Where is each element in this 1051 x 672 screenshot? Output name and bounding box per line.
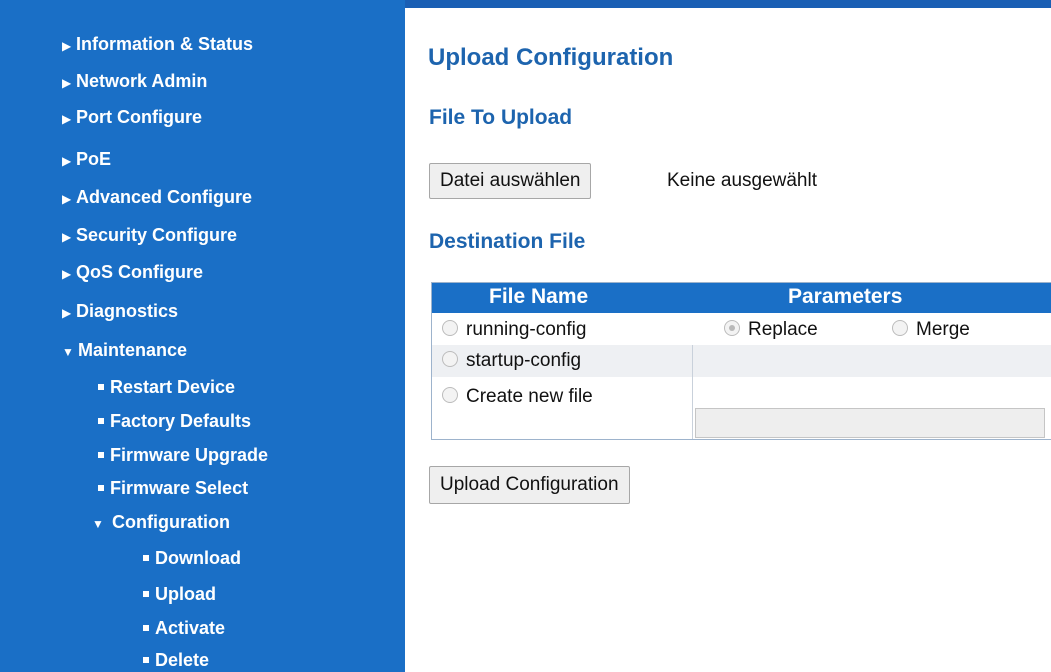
content-top-border (405, 0, 1051, 8)
bullet-icon (98, 485, 104, 492)
radio-running-config[interactable] (442, 319, 458, 336)
column-header-parameters: Parameters (788, 285, 903, 308)
bullet-icon (143, 555, 149, 562)
sidebar-item-configuration[interactable]: ▼ Configuration (92, 511, 230, 535)
table-row-startup-config: startup-config (432, 345, 1051, 377)
destination-file-table: File Name Parameters running-config Repl… (431, 282, 1051, 440)
column-header-file-name: File Name (489, 285, 589, 308)
bullet-icon (143, 591, 149, 598)
sidebar-item-security-configure[interactable]: ▶ Security Configure (62, 224, 237, 248)
merge-option[interactable]: Merge (892, 319, 970, 341)
radio-create-new-file[interactable] (442, 386, 458, 403)
sidebar-item-information-status[interactable]: ▶ Information & Status (62, 33, 253, 57)
sidebar-item-download[interactable]: Download (143, 547, 241, 569)
table-header: File Name Parameters (432, 283, 1051, 313)
bullet-icon (143, 657, 149, 664)
sidebar-item-factory-defaults[interactable]: Factory Defaults (98, 410, 251, 432)
sidebar-item-firmware-upgrade[interactable]: Firmware Upgrade (98, 444, 268, 466)
bullet-icon (98, 418, 104, 425)
sidebar-item-port-configure[interactable]: ▶ Port Configure (62, 106, 202, 130)
sidebar-item-delete[interactable]: Delete (143, 649, 209, 671)
sidebar-item-diagnostics[interactable]: ▶ Diagnostics (62, 300, 178, 324)
radio-startup-config[interactable] (442, 350, 458, 367)
sidebar-item-maintenance[interactable]: ▼ Maintenance (62, 339, 187, 363)
bullet-icon (143, 625, 149, 632)
sidebar-item-firmware-select[interactable]: Firmware Select (98, 477, 248, 499)
caret-right-icon: ▶ (62, 192, 72, 206)
sidebar-item-restart-device[interactable]: Restart Device (98, 376, 235, 398)
running-config-option[interactable]: running-config (442, 319, 586, 341)
create-new-file-option[interactable]: Create new file (442, 386, 593, 408)
choose-file-button[interactable]: Datei auswählen (429, 163, 592, 199)
caret-right-icon: ▶ (62, 306, 72, 320)
caret-right-icon: ▶ (62, 76, 72, 90)
caret-right-icon: ▶ (62, 154, 72, 168)
file-to-upload-heading: File To Upload (429, 106, 573, 129)
bullet-icon (98, 384, 104, 391)
upload-configuration-button[interactable]: Upload Configuration (429, 466, 630, 504)
radio-replace[interactable] (724, 319, 740, 336)
caret-right-icon: ▶ (62, 230, 72, 244)
caret-down-icon: ▼ (62, 345, 74, 359)
file-status-text: Keine ausgewählt (667, 170, 817, 191)
startup-config-option[interactable]: startup-config (442, 350, 581, 372)
radio-merge[interactable] (892, 319, 908, 336)
bullet-icon (98, 452, 104, 459)
sidebar-item-advanced-configure[interactable]: ▶ Advanced Configure (62, 186, 252, 210)
sidebar-nav: ▶ Information & Status ▶ Network Admin ▶ Po… (0, 0, 405, 672)
sidebar-item-network-admin[interactable]: ▶ Network Admin (62, 70, 207, 94)
sidebar-item-poe[interactable]: ▶ PoE (62, 148, 111, 172)
page-title: Upload Configuration (428, 44, 674, 71)
column-divider (692, 345, 693, 439)
new-file-name-input[interactable] (695, 408, 1045, 438)
replace-option[interactable]: Replace (724, 319, 818, 341)
table-row-create-new-file: Create new file (432, 377, 1051, 409)
destination-file-heading: Destination File (429, 230, 586, 253)
main-content: Upload Configuration File To Upload Date… (405, 8, 1051, 672)
table-row-running-config: running-config Replace Merge (432, 314, 1051, 346)
caret-right-icon: ▶ (62, 39, 72, 53)
sidebar-item-upload[interactable]: Upload (143, 583, 216, 605)
sidebar-item-activate[interactable]: Activate (143, 617, 225, 639)
caret-right-icon: ▶ (62, 267, 72, 281)
sidebar-item-qos-configure[interactable]: ▶ QoS Configure (62, 261, 203, 285)
caret-right-icon: ▶ (62, 112, 72, 126)
caret-down-icon: ▼ (92, 517, 104, 531)
